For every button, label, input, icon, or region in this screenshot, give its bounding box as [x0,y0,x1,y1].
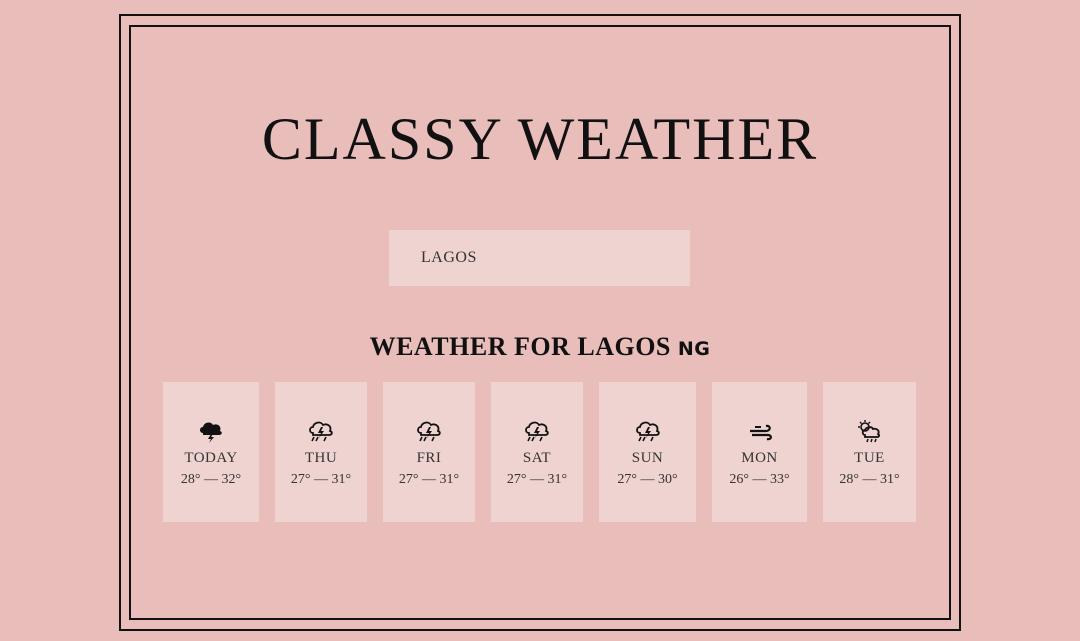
forecast-city: Lagos [577,332,671,361]
day-temperature-range: 27° — 31° [398,472,460,487]
day-temperature-range: 27° — 31° [506,472,568,487]
location-search-input[interactable] [389,230,690,286]
day-name: TUE [854,450,885,466]
day-name: TODAY [184,450,238,466]
forecast-day-card: TODAY 28° — 32° [163,382,259,522]
day-name: THU [304,450,338,466]
country-code: NG [677,338,711,360]
forecast-day-card: THU 27° — 31° [275,382,367,522]
thunderstorm-rain-icon [491,418,583,444]
day-temperature-range: 27° — 31° [290,472,352,487]
thunderstorm-icon [163,418,259,444]
forecast-day-card: MON 26° — 33° [712,382,807,522]
day-name: MON [741,450,778,466]
day-temperature-range: 27° — 30° [617,472,678,487]
day-name: SUN [631,450,664,466]
day-temperature-range: 28° — 32° [180,472,242,487]
wind-icon [712,418,807,444]
thunderstorm-rain-icon [383,418,475,444]
forecast-day-card: TUE 28° — 31° [823,382,916,522]
day-temperature-range: 28° — 31° [839,472,900,487]
thunderstorm-rain-icon [275,418,367,444]
day-name: SAT [522,450,552,466]
forecast-heading: Weather for Lagos NG [0,332,1080,362]
thunderstorm-rain-icon [599,418,696,444]
sun-cloud-rain-icon [823,418,916,444]
forecast-day-card: SAT 27° — 31° [491,382,583,522]
day-temperature-range: 26° — 33° [729,472,790,487]
forecast-day-card: FRI 27° — 31° [383,382,475,522]
forecast-heading-prefix: Weather for [369,332,578,361]
forecast-day-card: SUN 27° — 30° [599,382,696,522]
day-name: FRI [416,450,442,466]
app-title: Classy Weather [261,106,819,172]
